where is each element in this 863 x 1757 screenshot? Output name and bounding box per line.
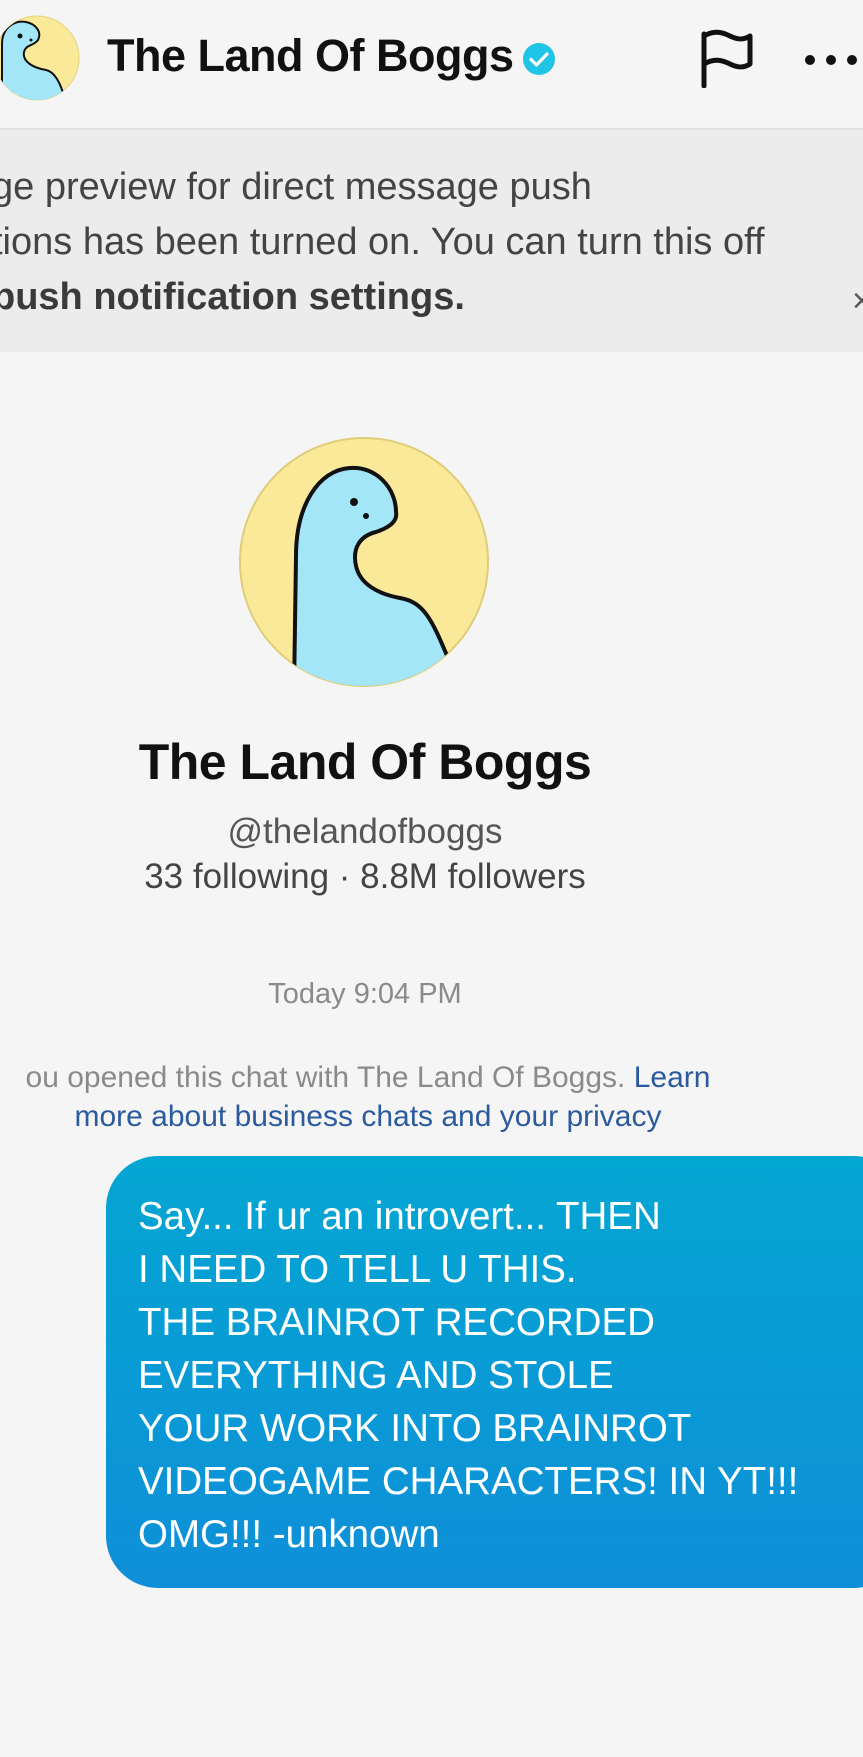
chat-timestamp: Today 9:04 PM bbox=[268, 978, 462, 1010]
profile-handle: @thelandofboggs bbox=[227, 812, 503, 851]
message-text: Say... If ur an introvert... THEN I NEED… bbox=[138, 1190, 863, 1561]
message-line: YOUR WORK INTO BRAINROT bbox=[138, 1407, 692, 1450]
profile-name[interactable]: The Land Of Boggs bbox=[0, 733, 730, 791]
message-line: I NEED TO TELL U THIS. bbox=[138, 1248, 577, 1291]
verified-badge-icon bbox=[523, 43, 555, 75]
message-line: OMG!!! -unknown bbox=[138, 1513, 440, 1556]
close-icon[interactable]: × bbox=[852, 282, 863, 320]
chat-header: The Land Of Boggs bbox=[0, 0, 863, 130]
privacy-link[interactable]: more about business chats and your priva… bbox=[0, 1097, 748, 1136]
banner-line: ge preview for direct message push bbox=[0, 166, 592, 208]
sent-message-bubble[interactable]: Say... If ur an introvert... THEN I NEED… bbox=[106, 1156, 863, 1588]
more-dots-icon[interactable] bbox=[800, 40, 863, 80]
message-line: Say... If ur an introvert... THEN bbox=[138, 1195, 661, 1238]
business-chat-notice: ou opened this chat with The Land Of Bog… bbox=[0, 1058, 748, 1136]
learn-more-link[interactable]: Learn bbox=[634, 1061, 711, 1094]
profile-avatar[interactable] bbox=[238, 436, 490, 688]
header-title[interactable]: The Land Of Boggs bbox=[107, 30, 514, 82]
flag-icon[interactable] bbox=[698, 28, 754, 88]
push-preview-banner: ge preview for direct message push tions… bbox=[0, 130, 863, 352]
notice-text: ou opened this chat with The Land Of Bog… bbox=[25, 1061, 634, 1094]
banner-text: ge preview for direct message push tions… bbox=[0, 160, 852, 325]
push-settings-link[interactable]: push notification settings. bbox=[0, 270, 852, 325]
profile-stats: 33 following · 8.8M followers bbox=[144, 857, 586, 896]
message-line: EVERYTHING AND STOLE bbox=[138, 1354, 614, 1397]
message-line: VIDEOGAME CHARACTERS! IN YT!!! bbox=[138, 1460, 799, 1503]
banner-line: tions has been turned on. You can turn t… bbox=[0, 221, 765, 263]
message-line: THE BRAINROT RECORDED bbox=[138, 1301, 655, 1344]
header-avatar[interactable] bbox=[0, 8, 80, 108]
